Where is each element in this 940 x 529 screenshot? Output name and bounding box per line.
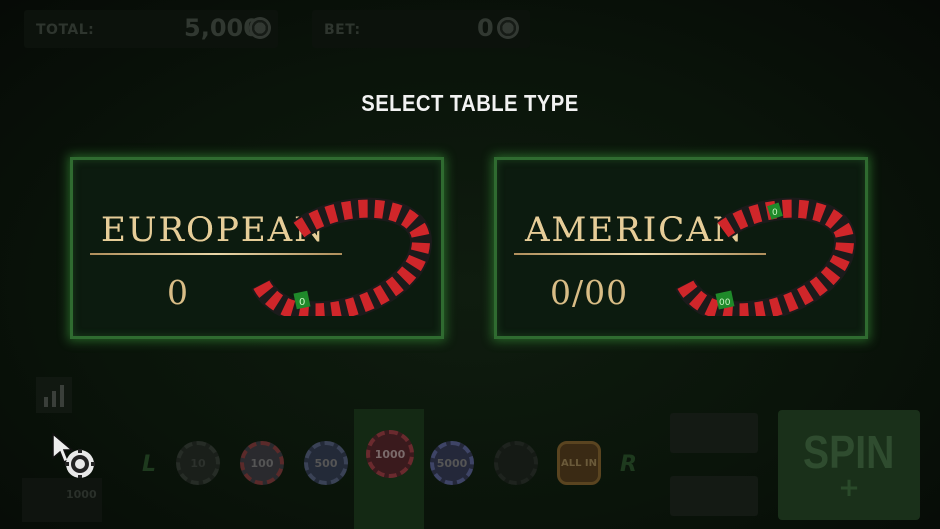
left-arrow-button[interactable]: L xyxy=(142,452,156,477)
chip-blank[interactable] xyxy=(494,441,538,485)
bottom-left-label: 1000 xyxy=(66,488,97,501)
european-sub: 0 xyxy=(167,273,189,312)
bet-chip-icon xyxy=(497,17,519,39)
american-table-option[interactable]: AMERICAN 0/00 00 0 xyxy=(494,157,868,339)
spin-label: SPIN xyxy=(803,426,895,478)
all-in-label: ALL IN xyxy=(560,457,598,469)
american-sub: 0/00 xyxy=(550,273,629,312)
cursor-chip-icon xyxy=(52,432,95,479)
side-bet-button-top[interactable] xyxy=(670,413,758,453)
right-arrow-button[interactable]: R xyxy=(620,452,637,477)
european-table-option[interactable]: EUROPEAN 0 0 xyxy=(70,157,444,339)
top-bar: TOTAL: 5,000 BET: 0 xyxy=(0,0,940,60)
chip-100[interactable]: 100 xyxy=(240,441,284,485)
chip-10[interactable]: 10 xyxy=(176,441,220,485)
bar-chart-icon xyxy=(44,385,64,407)
stats-button[interactable] xyxy=(36,377,72,413)
side-bet-button-bottom[interactable] xyxy=(670,476,758,516)
chip-500-label: 500 xyxy=(314,456,338,470)
chip-500[interactable]: 500 xyxy=(304,441,348,485)
all-in-chip[interactable]: ALL IN xyxy=(557,441,601,485)
bet-label: BET: xyxy=(324,22,361,38)
zero-pocket-label: 0 xyxy=(299,297,305,308)
double-zero-pocket-label: 00 xyxy=(719,298,731,308)
roulette-wheel-icon: 00 0 xyxy=(675,197,856,316)
spin-plus-icon: + xyxy=(838,473,860,503)
total-chip-icon xyxy=(249,17,271,39)
chip-5000-label: 5000 xyxy=(436,456,468,470)
chip-1000[interactable]: 1000 xyxy=(366,430,414,478)
dialog-title: SELECT TABLE TYPE xyxy=(361,90,579,116)
chip-100-label: 100 xyxy=(250,456,274,470)
bet-value: 0 xyxy=(477,14,494,42)
chip-1000-label: 1000 xyxy=(374,447,406,461)
spin-button[interactable]: SPIN + xyxy=(778,410,920,520)
chip-10-label: 10 xyxy=(190,456,206,470)
roulette-wheel-icon: 0 xyxy=(251,197,432,316)
zero-pocket-label: 0 xyxy=(772,208,778,218)
total-label: TOTAL: xyxy=(36,22,95,38)
chip-5000[interactable]: 5000 xyxy=(430,441,474,485)
